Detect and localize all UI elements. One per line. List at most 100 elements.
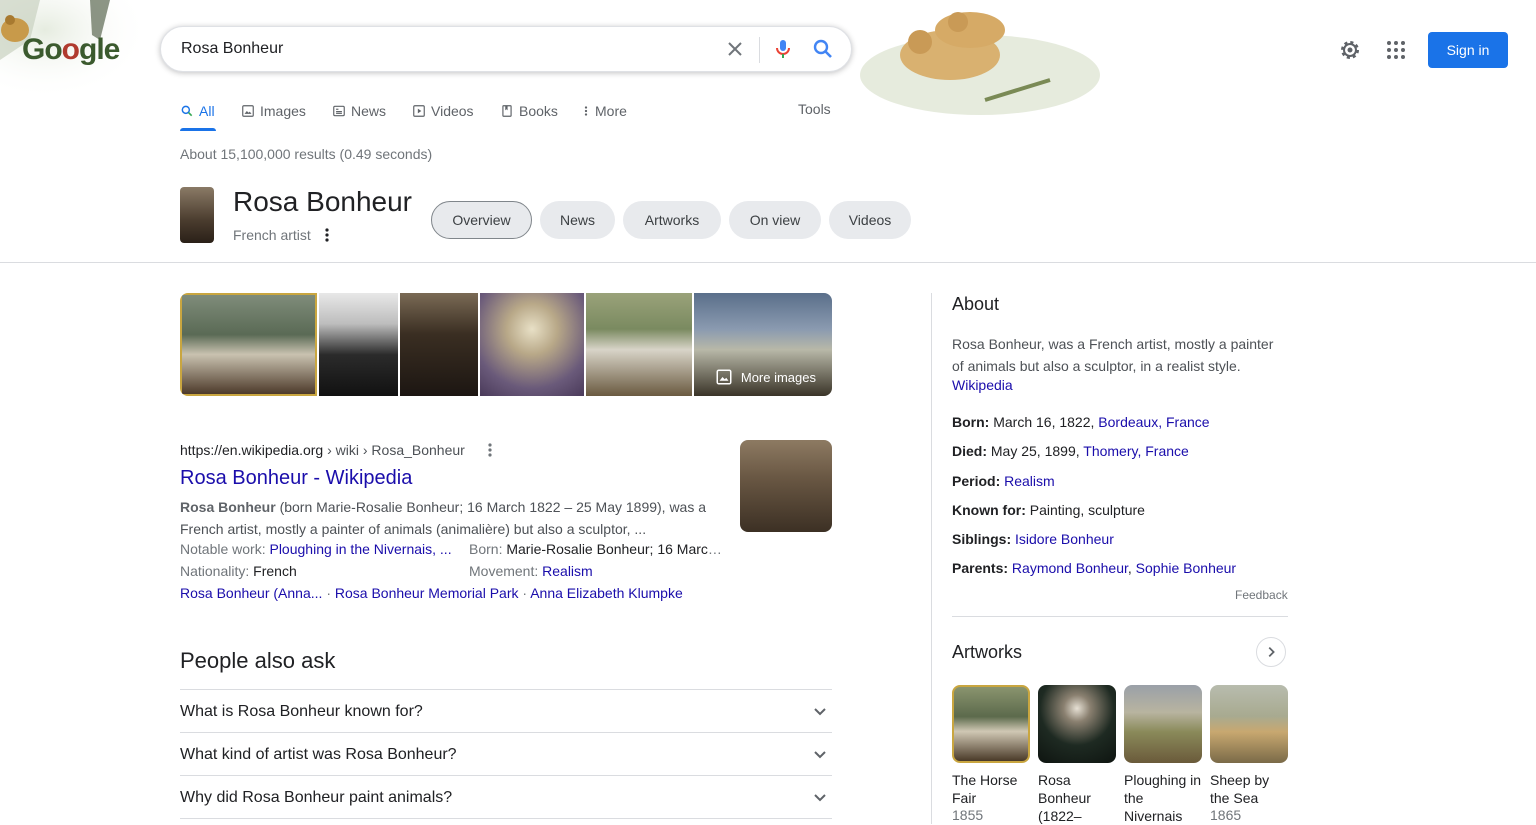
tab-all[interactable]: All: [180, 101, 215, 121]
doodle-right-sheep-art: [860, 12, 1100, 115]
image-portrait-painting[interactable]: [480, 293, 584, 396]
artwork-image: [1210, 685, 1288, 763]
artwork-card-3[interactable]: Ploughing in the Nivernais: [1124, 685, 1202, 825]
artworks-next-button[interactable]: [1256, 637, 1286, 667]
fact-born: Born: Marie-Rosalie Bonheur; 16 March 18…: [469, 541, 723, 557]
image-horses-painting[interactable]: [586, 293, 692, 396]
fact-text: March 16, 1822,: [993, 414, 1099, 430]
tab-books[interactable]: Books: [500, 101, 558, 121]
tab-images-label: Images: [260, 103, 306, 119]
result-more-icon[interactable]: [484, 442, 496, 458]
tab-more-label: More: [595, 103, 627, 119]
tab-more[interactable]: More: [582, 101, 627, 121]
vertical-dots-icon: [584, 106, 588, 116]
chip-on-view[interactable]: On view: [729, 201, 821, 239]
chip-artworks[interactable]: Artworks: [623, 201, 721, 239]
tab-news[interactable]: News: [332, 101, 386, 121]
sitelink-3[interactable]: Anna Elizabeth Klumpke: [530, 585, 683, 601]
fact-label: Nationality:: [180, 563, 254, 579]
chevron-right-icon: [1268, 647, 1275, 657]
paa-question-text: What is Rosa Bonheur known for?: [180, 703, 423, 720]
artwork-image: [1124, 685, 1202, 763]
tab-news-label: News: [351, 103, 387, 119]
movement-link[interactable]: Realism: [542, 563, 593, 579]
paa-question-2[interactable]: What kind of artist was Rosa Bonheur?: [180, 732, 832, 776]
chip-videos[interactable]: Videos: [829, 201, 911, 239]
gear-icon[interactable]: [1338, 38, 1362, 62]
parent-link-1[interactable]: Raymond Bonheur: [1012, 560, 1128, 576]
kp-fact-known-for: Known for: Painting, sculpture: [952, 502, 1145, 518]
entity-portrait-thumbnail[interactable]: [180, 187, 214, 243]
chip-overview[interactable]: Overview: [431, 201, 532, 239]
tab-images[interactable]: Images: [241, 101, 306, 121]
chip-news[interactable]: News: [540, 201, 615, 239]
kp-feedback-link[interactable]: Feedback: [1235, 588, 1288, 602]
chevron-down-icon: [814, 751, 826, 759]
chevron-down-icon: [814, 794, 826, 802]
kp-fact-born: Born: March 16, 1822, Bordeaux, France: [952, 414, 1210, 430]
apps-grid-icon[interactable]: [1384, 38, 1408, 62]
news-icon: [333, 105, 345, 117]
image-strip[interactable]: More images: [180, 293, 832, 396]
entity-title: Rosa Bonheur: [233, 186, 413, 217]
search-input[interactable]: Rosa Bonheur: [181, 40, 283, 58]
notable-work-link[interactable]: Ploughing in the Nivernais, ...: [269, 541, 451, 557]
search-bar[interactable]: Rosa Bonheur: [160, 26, 852, 72]
fact-text: Painting, sculpture: [1029, 502, 1145, 518]
tab-videos[interactable]: Videos: [412, 101, 474, 121]
chevron-down-icon: [814, 708, 826, 716]
artwork-card-1[interactable]: The Horse Fair 1855: [952, 685, 1030, 823]
tab-videos-label: Videos: [431, 103, 474, 119]
sitelink-2[interactable]: Rosa Bonheur Memorial Park: [335, 585, 519, 601]
more-options-icon[interactable]: [320, 227, 334, 243]
tab-books-label: Books: [519, 103, 558, 119]
book-icon: [502, 105, 512, 117]
artwork-name: Ploughing in the Nivernais: [1124, 772, 1202, 824]
paa-question-1[interactable]: What is Rosa Bonheur known for?: [180, 689, 832, 733]
fact-label: Known for:: [952, 502, 1026, 518]
microphone-icon[interactable]: [771, 37, 795, 61]
parent-link-2[interactable]: Sophie Bonheur: [1136, 560, 1236, 576]
search-icon[interactable]: [811, 37, 835, 61]
google-doodle-logo[interactable]: Google: [22, 33, 120, 67]
artwork-image: [1038, 685, 1116, 763]
artwork-card-4[interactable]: Sheep by the Sea 1865: [1210, 685, 1288, 823]
cite-path: › wiki › Rosa_Bonheur: [323, 442, 465, 458]
fact-label: Born:: [952, 414, 990, 430]
kp-description: Rosa Bonheur, was a French artist, mostl…: [952, 336, 1274, 374]
kp-wikipedia-link[interactable]: Wikipedia: [952, 377, 1013, 393]
sitelink-1[interactable]: Rosa Bonheur (Anna...: [180, 585, 322, 601]
more-images-button[interactable]: More images: [707, 364, 824, 390]
cite-domain: https://en.wikipedia.org: [180, 442, 324, 458]
image-icon: [716, 369, 732, 385]
fact-label: Movement:: [469, 563, 543, 579]
image-icon: [242, 105, 254, 117]
kp-artworks-title: Artworks: [952, 642, 1023, 662]
born-place-link[interactable]: Bordeaux, France: [1098, 414, 1209, 430]
period-link[interactable]: Realism: [1004, 473, 1055, 489]
artwork-year: 1865: [1210, 807, 1242, 823]
artwork-card-2[interactable]: Rosa Bonheur (1822–: [1038, 685, 1116, 825]
image-portrait-bw[interactable]: [319, 293, 398, 396]
sibling-link[interactable]: Isidore Bonheur: [1015, 531, 1114, 547]
clear-icon[interactable]: [723, 37, 747, 61]
artwork-image: [952, 685, 1030, 763]
tools-button[interactable]: Tools: [798, 101, 831, 117]
result-cite[interactable]: https://en.wikipedia.org › wiki › Rosa_B…: [180, 442, 465, 458]
result-title-link[interactable]: Rosa Bonheur - Wikipedia: [180, 467, 412, 490]
entity-subtitle: French artist: [233, 227, 311, 243]
search-icon: [181, 105, 193, 117]
image-horse-fair[interactable]: [180, 293, 317, 396]
fact-text: May 25, 1899,: [990, 443, 1084, 459]
image-portrait-with-bull[interactable]: [400, 293, 478, 396]
sitelink-separator: ·: [522, 585, 528, 601]
header-divider: [0, 262, 1536, 263]
result-thumbnail[interactable]: [740, 440, 832, 532]
fact-label: Period:: [952, 473, 1001, 489]
died-place-link[interactable]: Thomery, France: [1083, 443, 1189, 459]
knowledge-panel-divider: [931, 293, 932, 824]
people-also-ask-title: People also ask: [180, 648, 336, 673]
sign-in-button[interactable]: Sign in: [1428, 32, 1508, 68]
paa-question-3[interactable]: Why did Rosa Bonheur paint animals?: [180, 775, 832, 819]
snippet-bold: Rosa Bonheur: [180, 499, 276, 515]
